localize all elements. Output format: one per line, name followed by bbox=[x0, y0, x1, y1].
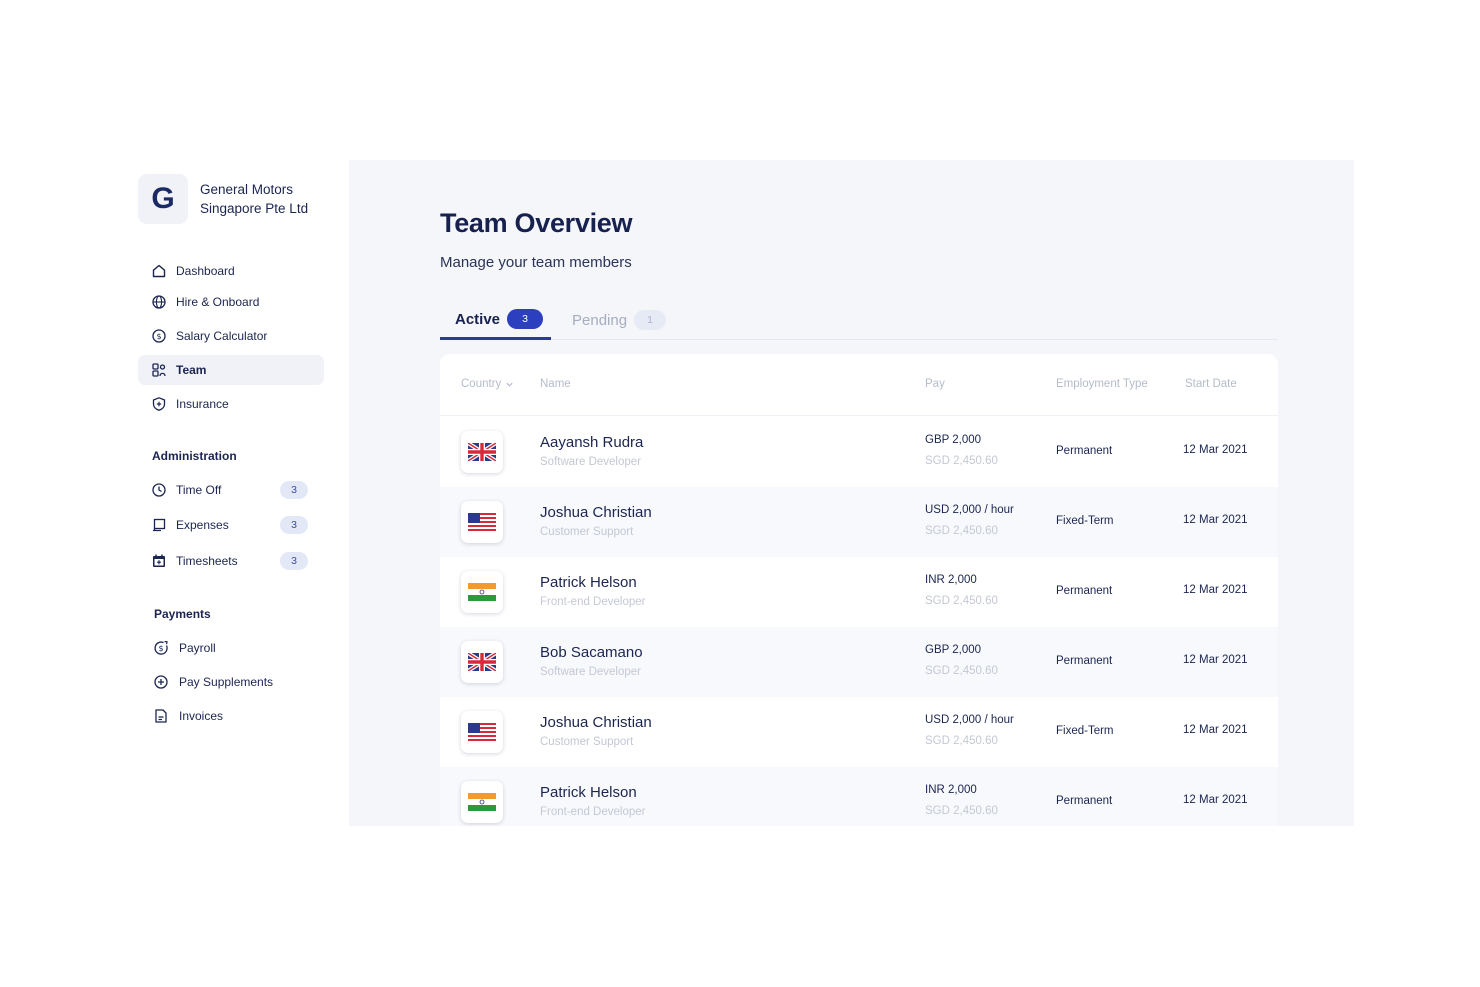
employee-role: Front-end Developer bbox=[540, 806, 646, 818]
table-row[interactable]: Bob Sacamano Software Developer GBP 2,000 S… bbox=[440, 627, 1278, 697]
employee-name[interactable]: Bob Sacamano bbox=[540, 644, 643, 661]
users-icon bbox=[151, 362, 167, 378]
expenses-badge: 3 bbox=[280, 516, 308, 534]
employee-role: Software Developer bbox=[540, 456, 641, 468]
uk-flag-icon bbox=[461, 641, 503, 683]
tab-pending[interactable]: Pending 1 bbox=[572, 305, 667, 335]
employee-role: Customer Support bbox=[540, 736, 634, 748]
pay-amount-sgd: SGD 2,450.60 bbox=[925, 805, 998, 817]
employment-type: Fixed-Term bbox=[1056, 515, 1114, 527]
chevron-down-icon bbox=[505, 380, 514, 389]
uk-flag-icon bbox=[461, 431, 503, 473]
pay-amount-sgd: SGD 2,450.60 bbox=[925, 455, 998, 467]
employee-name[interactable]: Patrick Helson bbox=[540, 574, 637, 591]
us-flag-icon bbox=[461, 501, 503, 543]
payroll-icon: $ bbox=[153, 640, 169, 656]
sidebar-item-invoices[interactable]: Invoices bbox=[138, 701, 324, 731]
employment-type: Permanent bbox=[1056, 585, 1113, 597]
table-row[interactable]: Patrick Helson Front-end Developer INR 2,0… bbox=[440, 557, 1278, 627]
clock-icon bbox=[151, 482, 167, 498]
employee-name[interactable]: Patrick Helson bbox=[540, 784, 637, 801]
sidebar: G General Motors Singapore Pte Ltd Dashb… bbox=[138, 172, 324, 723]
sidebar-item-expenses[interactable]: Expenses 3 bbox=[138, 510, 324, 540]
employment-type: Permanent bbox=[1056, 795, 1113, 807]
employee-role: Software Developer bbox=[540, 666, 641, 678]
employee-name[interactable]: Joshua Christian bbox=[540, 714, 652, 731]
pay-amount-sgd: SGD 2,450.60 bbox=[925, 525, 998, 537]
sidebar-item-insurance[interactable]: Insurance bbox=[138, 389, 324, 419]
svg-text:$: $ bbox=[158, 644, 163, 653]
shield-icon bbox=[151, 396, 167, 412]
company-logo: G bbox=[138, 174, 188, 224]
column-pay[interactable]: Pay bbox=[925, 378, 945, 390]
employment-type: Fixed-Term bbox=[1056, 725, 1114, 737]
employee-role: Front-end Developer bbox=[540, 596, 646, 608]
pay-amount: USD 2,000 / hour bbox=[925, 714, 1014, 726]
sidebar-item-timesheets[interactable]: Timesheets 3 bbox=[138, 546, 324, 576]
employee-name[interactable]: Aayansh Rudra bbox=[540, 434, 643, 451]
section-administration: Administration bbox=[152, 449, 237, 463]
company-header[interactable]: G General Motors Singapore Pte Ltd bbox=[138, 172, 324, 226]
table-row[interactable]: Aayansh Rudra Software Developer GBP 2,000… bbox=[440, 417, 1278, 487]
sidebar-item-hire-onboard[interactable]: Hire & Onboard bbox=[138, 287, 324, 317]
pay-amount: INR 2,000 bbox=[925, 574, 977, 586]
employee-name[interactable]: Joshua Christian bbox=[540, 504, 652, 521]
start-date: 12 Mar 2021 bbox=[1183, 724, 1248, 736]
us-flag-icon bbox=[461, 711, 503, 753]
sidebar-item-salary-calculator[interactable]: $ Salary Calculator bbox=[138, 321, 324, 351]
plus-circle-icon bbox=[153, 674, 169, 690]
employment-type: Permanent bbox=[1056, 445, 1113, 457]
start-date: 12 Mar 2021 bbox=[1183, 514, 1248, 526]
column-employment-type[interactable]: Employment Type bbox=[1056, 378, 1148, 390]
document-icon bbox=[153, 708, 169, 724]
pay-amount-sgd: SGD 2,450.60 bbox=[925, 595, 998, 607]
receipt-icon bbox=[151, 517, 167, 533]
pay-amount-sgd: SGD 2,450.60 bbox=[925, 735, 998, 747]
calendar-icon bbox=[151, 553, 167, 569]
section-payments: Payments bbox=[154, 607, 211, 621]
india-flag-icon bbox=[461, 571, 503, 613]
table-header: Country Name Pay Employment Type Start D… bbox=[440, 354, 1278, 416]
tab-pending-count: 1 bbox=[634, 310, 667, 330]
pay-amount: GBP 2,000 bbox=[925, 644, 982, 656]
table-row[interactable]: Joshua Christian Customer Support USD 2,00… bbox=[440, 487, 1278, 557]
employee-role: Customer Support bbox=[540, 526, 634, 538]
pay-amount: INR 2,000 bbox=[925, 784, 977, 796]
main-panel: Team Overview Manage your team members A… bbox=[349, 160, 1354, 826]
status-tabs: Active 3 Pending 1 bbox=[440, 300, 1278, 340]
start-date: 12 Mar 2021 bbox=[1183, 654, 1248, 666]
pay-amount-sgd: SGD 2,450.60 bbox=[925, 665, 998, 677]
svg-text:$: $ bbox=[156, 332, 161, 341]
pay-amount: GBP 2,000 bbox=[925, 434, 982, 446]
column-name[interactable]: Name bbox=[540, 378, 571, 390]
team-table: Country Name Pay Employment Type Start D… bbox=[440, 354, 1278, 826]
table-row[interactable]: Joshua Christian Customer Support USD 2,00… bbox=[440, 697, 1278, 767]
tab-active-count: 3 bbox=[507, 309, 544, 329]
pay-amount: USD 2,000 / hour bbox=[925, 504, 1014, 516]
sidebar-item-time-off[interactable]: Time Off 3 bbox=[138, 475, 324, 505]
sidebar-item-team[interactable]: Team bbox=[138, 355, 324, 385]
india-flag-icon bbox=[461, 781, 503, 823]
sidebar-item-payroll[interactable]: $ Payroll bbox=[138, 633, 324, 663]
page-subtitle: Manage your team members bbox=[440, 254, 632, 271]
start-date: 12 Mar 2021 bbox=[1183, 584, 1248, 596]
company-name: General Motors Singapore Pte Ltd bbox=[200, 182, 309, 216]
sidebar-item-dashboard[interactable]: Dashboard bbox=[138, 256, 324, 286]
sidebar-item-pay-supplements[interactable]: Pay Supplements bbox=[138, 667, 324, 697]
globe-icon bbox=[151, 294, 167, 310]
time-off-badge: 3 bbox=[280, 481, 308, 499]
country-filter[interactable]: Country bbox=[461, 378, 514, 390]
tab-active[interactable]: Active 3 bbox=[440, 305, 551, 340]
page-title: Team Overview bbox=[440, 208, 633, 238]
employment-type: Permanent bbox=[1056, 655, 1113, 667]
timesheets-badge: 3 bbox=[280, 552, 308, 570]
table-row[interactable]: Patrick Helson Front-end Developer INR 2,0… bbox=[440, 767, 1278, 826]
column-start-date[interactable]: Start Date bbox=[1185, 378, 1237, 390]
dollar-circle-icon: $ bbox=[151, 328, 167, 344]
start-date: 12 Mar 2021 bbox=[1183, 794, 1248, 806]
start-date: 12 Mar 2021 bbox=[1183, 444, 1248, 456]
home-icon bbox=[151, 263, 167, 279]
